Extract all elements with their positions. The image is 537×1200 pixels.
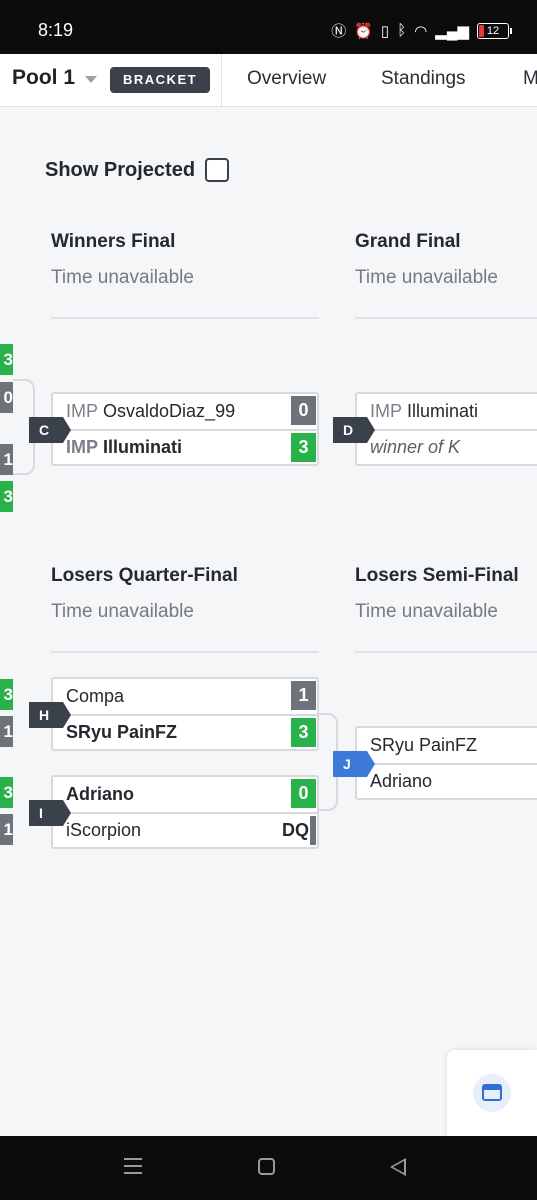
round-divider [355, 317, 537, 319]
bluetooth-icon: ᛒ [397, 22, 407, 39]
edge-score-chip: 1 [0, 444, 13, 475]
set-entrant-row[interactable]: IMP Illuminati 3 [53, 429, 317, 464]
show-projected-checkbox[interactable] [205, 158, 230, 182]
window-icon [482, 1084, 502, 1101]
set-card-h[interactable]: Compa 1 SRyu PainFZ 3 [51, 677, 319, 751]
header-divider [221, 54, 222, 107]
status-icons: Ⓝ ⏰ ▯ ᛒ ◠ ▂▄▆ 12 [331, 20, 512, 41]
set-entrant-row[interactable]: SRyu PainFZ [357, 728, 537, 763]
show-projected-label: Show Projected [45, 158, 196, 181]
set-entrant-row[interactable]: IMP Illuminati [357, 394, 537, 429]
bracket-badge: BRACKET [110, 67, 211, 93]
tab-more[interactable]: M [523, 68, 537, 90]
set-identifier-tag: D [333, 417, 375, 443]
status-bar: 8:19 Ⓝ ⏰ ▯ ᛒ ◠ ▂▄▆ 12 [0, 0, 537, 54]
system-nav-bar [0, 1136, 537, 1200]
edge-score-chip: 1 [0, 814, 13, 845]
show-projected-toggle[interactable]: Show Projected [45, 158, 230, 182]
home-icon[interactable] [258, 1158, 275, 1175]
entrant-score: 3 [291, 433, 316, 462]
entrant-name: SRyu PainFZ [66, 722, 178, 742]
edge-score-chip: 3 [0, 344, 13, 375]
set-entrant-row[interactable]: IMP OsvaldoDiaz_99 0 [53, 394, 317, 429]
entrant-name: Illuminati [407, 401, 479, 421]
chevron-down-icon [85, 75, 98, 83]
round-time-losers-semi-final: Time unavailable [355, 601, 498, 622]
set-card-i[interactable]: Adriano 0 iScorpion DQ [51, 775, 319, 849]
round-time-grand-final: Time unavailable [355, 267, 498, 288]
entrant-name: Adriano [66, 784, 135, 804]
event-header: Pool 1 BRACKET Overview Standings M [0, 54, 537, 107]
round-time-winners-final: Time unavailable [51, 267, 194, 288]
entrant-name: Illuminati [103, 437, 183, 457]
round-time-losers-quarter-final: Time unavailable [51, 601, 194, 622]
set-entrant-row[interactable]: Adriano [357, 763, 537, 798]
entrant-name: SRyu PainFZ [370, 735, 478, 755]
signal-icon: ▂▄▆ [435, 22, 469, 40]
vibrate-icon: ▯ [380, 22, 390, 40]
set-entrant-row[interactable]: SRyu PainFZ 3 [53, 714, 317, 749]
entrant-score: 1 [291, 681, 316, 710]
edge-score-chip: 3 [0, 481, 13, 512]
entrant-score: 0 [291, 396, 316, 425]
floating-panel [447, 1050, 537, 1136]
entrant-score: 3 [291, 718, 316, 747]
dq-indicator [310, 816, 316, 845]
set-entrant-row[interactable]: winner of K [357, 429, 537, 464]
round-title-losers-quarter-final: Losers Quarter-Final [51, 565, 238, 586]
back-icon[interactable] [390, 1158, 406, 1176]
set-card-d[interactable]: IMP Illuminati winner of K [355, 392, 537, 466]
pool-label: Pool 1 [12, 66, 76, 89]
set-identifier-tag: J [333, 751, 375, 777]
round-divider [51, 317, 319, 319]
set-card-j[interactable]: SRyu PainFZ Adriano [355, 726, 537, 800]
entrant-name: OsvaldoDiaz_99 [103, 401, 236, 421]
set-identifier-tag: C [29, 417, 71, 443]
edge-score-chip: 1 [0, 716, 13, 747]
round-title-losers-semi-final: Losers Semi-Final [355, 565, 519, 586]
set-identifier-tag: I [29, 800, 71, 826]
set-card-c[interactable]: IMP OsvaldoDiaz_99 0 IMP Illuminati 3 [51, 392, 319, 466]
round-title-grand-final: Grand Final [355, 231, 461, 252]
tab-overview[interactable]: Overview [247, 68, 326, 90]
alarm-icon: ⏰ [354, 22, 373, 40]
entrant-name: Adriano [370, 771, 433, 791]
edge-score-chip: 0 [0, 382, 13, 413]
set-identifier-tag: H [29, 702, 71, 728]
set-entrant-row[interactable]: Adriano 0 [53, 777, 317, 812]
tab-standings[interactable]: Standings [381, 68, 466, 90]
battery-icon: 12 [477, 22, 512, 39]
edge-score-chip: 3 [0, 679, 13, 710]
round-divider [51, 651, 319, 653]
entrant-name: Compa [66, 686, 125, 706]
status-time: 8:19 [38, 20, 74, 40]
entrant-score: 0 [291, 779, 316, 808]
pool-selector[interactable]: Pool 1 [12, 66, 98, 90]
edge-score-chip: 3 [0, 777, 13, 808]
round-title-winners-final: Winners Final [51, 231, 176, 252]
window-button[interactable] [473, 1074, 511, 1112]
set-entrant-row[interactable]: iScorpion DQ [53, 812, 317, 847]
wifi-icon: ◠ [414, 22, 428, 40]
entrant-score: DQ [282, 820, 309, 840]
nfc-icon: Ⓝ [331, 23, 347, 40]
recent-apps-icon[interactable] [124, 1158, 142, 1179]
round-divider [355, 651, 537, 653]
entrant-name: iScorpion [66, 820, 142, 840]
set-entrant-row[interactable]: Compa 1 [53, 679, 317, 714]
entrant-name: winner of K [370, 437, 461, 457]
